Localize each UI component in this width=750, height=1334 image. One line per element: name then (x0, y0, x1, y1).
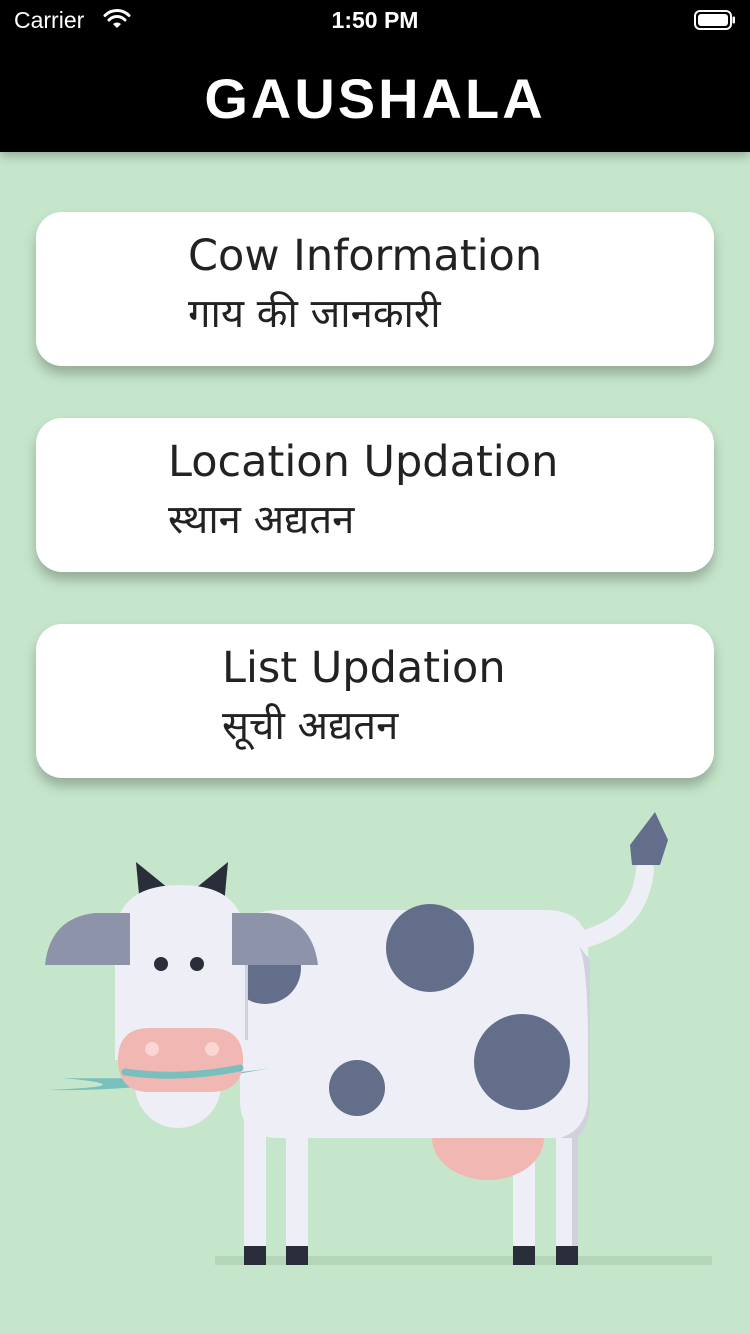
status-bar: Carrier 1:50 PM (0, 0, 750, 40)
list-updation-label-en: List Updation (222, 643, 506, 693)
location-updation-label-hi: स्थान अद्यतन (168, 497, 355, 543)
list-updation-button[interactable]: List Updation सूची अद्यतन (36, 624, 714, 778)
cow-information-label-en: Cow Information (188, 231, 543, 281)
navigation-bar: GAUSHALA (0, 40, 750, 152)
list-updation-label-hi: सूची अद्यतन (222, 703, 399, 749)
cow-illustration (45, 812, 712, 1265)
cow-information-button[interactable]: Cow Information गाय की जानकारी (36, 212, 714, 366)
location-updation-button[interactable]: Location Updation स्थान अद्यतन (36, 418, 714, 572)
page-title: GAUSHALA (204, 67, 546, 130)
clock: 1:50 PM (331, 7, 419, 33)
battery-icon (694, 10, 735, 30)
location-updation-label-en: Location Updation (168, 437, 559, 487)
cow-information-label-hi: गाय की जानकारी (188, 291, 441, 337)
